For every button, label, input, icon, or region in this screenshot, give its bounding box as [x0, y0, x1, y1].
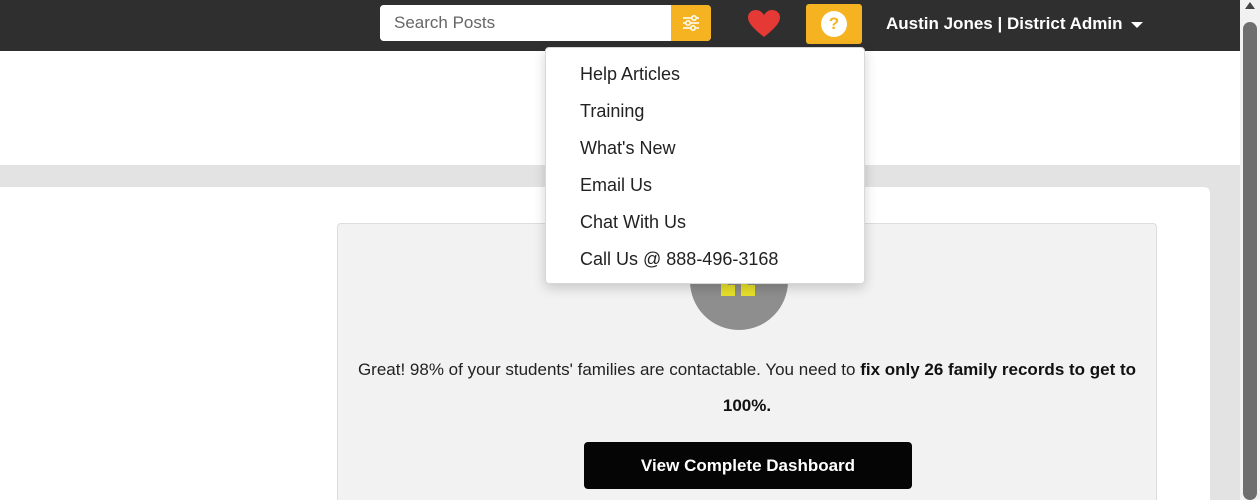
top-navigation-bar: ? Austin Jones | District Admin: [0, 0, 1240, 51]
help-menu-item-help-articles[interactable]: Help Articles: [546, 56, 864, 93]
chevron-down-icon: [1130, 22, 1143, 28]
filter-sliders-icon: [683, 15, 699, 31]
user-menu[interactable]: Austin Jones | District Admin: [886, 12, 1143, 36]
scroll-up-arrow-icon[interactable]: [1245, 2, 1255, 9]
view-dashboard-button[interactable]: View Complete Dashboard: [584, 442, 912, 489]
help-button[interactable]: ?: [806, 4, 862, 44]
contactability-message: Great! 98% of your students' families ar…: [337, 352, 1157, 424]
heart-icon: [748, 10, 780, 37]
help-menu-item-call-us[interactable]: Call Us @ 888-496-3168: [546, 241, 864, 278]
favorites-button[interactable]: [747, 9, 781, 39]
scrollbar-thumb[interactable]: [1243, 22, 1257, 500]
search-input[interactable]: [380, 5, 671, 41]
help-icon: ?: [821, 11, 847, 37]
help-menu-item-email-us[interactable]: Email Us: [546, 167, 864, 204]
help-menu-item-chat-with-us[interactable]: Chat With Us: [546, 204, 864, 241]
user-menu-label: Austin Jones | District Admin: [886, 14, 1123, 33]
page-scrollbar[interactable]: [1240, 0, 1260, 500]
search-box: [380, 5, 711, 41]
help-menu-item-whats-new[interactable]: What's New: [546, 130, 864, 167]
search-filter-button[interactable]: [671, 5, 711, 41]
message-highlight: fix only 26 family records: [860, 360, 1065, 379]
help-menu-item-training[interactable]: Training: [546, 93, 864, 130]
message-text-part1: Great! 98% of your students' families ar…: [357, 360, 861, 379]
help-dropdown-menu: Help Articles Training What's New Email …: [545, 47, 865, 284]
